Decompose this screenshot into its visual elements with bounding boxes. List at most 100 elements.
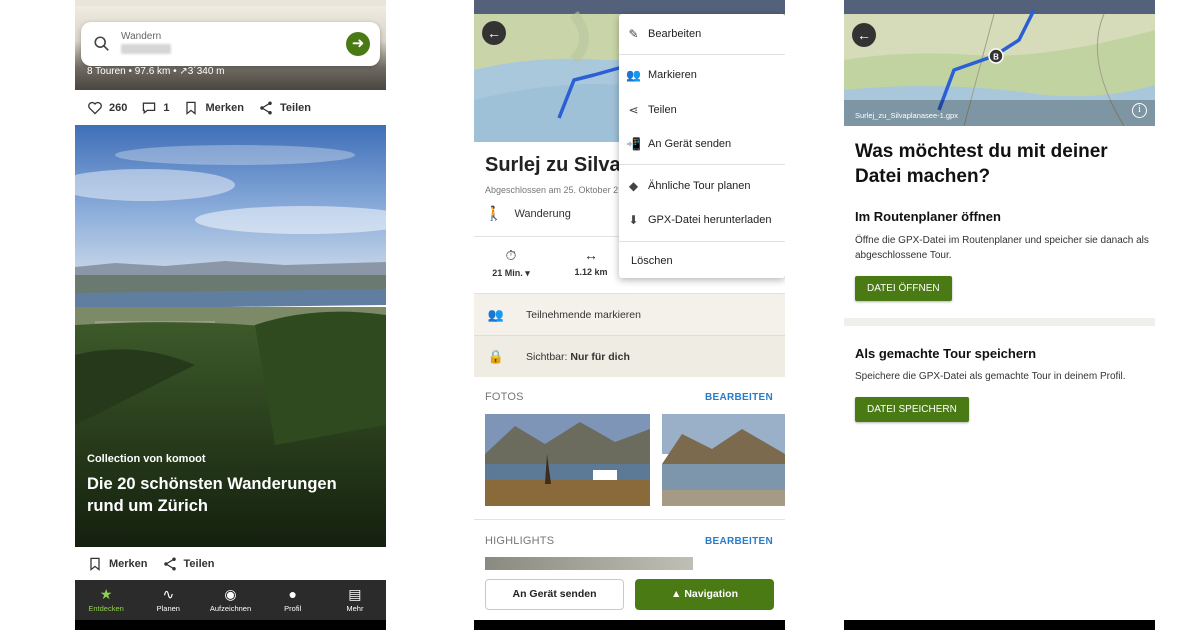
system-nav-bar [75, 620, 386, 630]
status-bar [75, 0, 386, 6]
section-save-tour-title: Als gemachte Tour speichern [855, 346, 1037, 361]
navigation-button[interactable]: ▲ Navigation [635, 579, 774, 610]
visibility-label: Sichtbar: [526, 350, 568, 363]
visibility-value: Nur für dich [570, 350, 630, 363]
highlights-header: HIGHLIGHTS [485, 535, 555, 547]
highlights-edit-link[interactable]: BEARBEITEN [705, 536, 773, 547]
section-route-planner-text: Öffne die GPX-Datei im Routenplaner und … [855, 235, 1149, 261]
menu-item-edit[interactable]: ✎ Bearbeiten [619, 17, 785, 51]
tour-detail-screen: ← Surlej zu Silvap Abgeschlossen am 25. … [474, 0, 785, 630]
share-icon [260, 100, 272, 115]
share-label: Teilen [280, 101, 311, 114]
back-arrow-icon[interactable]: ← [852, 23, 876, 47]
metric-duration-value: 21 Min. ▾ [492, 268, 530, 278]
visibility-row[interactable]: 🔒 Sichtbar: Nur für dich [474, 335, 785, 377]
lock-icon: 🔒 [487, 348, 505, 364]
tab-mehr[interactable]: ▤ Mehr [324, 580, 386, 620]
section-divider [474, 519, 785, 520]
section-save-tour-text: Speichere die GPX-Datei als gemachte Tou… [855, 371, 1126, 382]
comment-icon [143, 102, 156, 114]
menu-item-gpx[interactable]: ⬇ GPX-Datei herunterladen [619, 203, 785, 237]
tag-participants-label: Teilnehmende markieren [526, 308, 641, 321]
menu-item-tag[interactable]: 👥 Markieren [619, 58, 785, 92]
tab-profil[interactable]: ● Profil [262, 580, 324, 620]
photos-edit-link[interactable]: BEARBEITEN [705, 392, 773, 403]
save-label: Merken [109, 558, 148, 570]
hiking-icon: 🚶 [485, 205, 503, 221]
section-route-planner-title: Im Routenplaner öffnen [855, 209, 1001, 224]
comment-button[interactable]: 1 [141, 100, 169, 116]
menu-item-label: Markieren [648, 69, 697, 81]
share-icon [163, 557, 176, 571]
tour-photo-1[interactable] [485, 414, 650, 506]
menu-item-label: Bearbeiten [648, 28, 702, 40]
menu-item-send[interactable]: 📲 An Gerät senden [619, 127, 785, 161]
tour-title: Surlej zu Silvap [485, 154, 633, 176]
stopwatch-icon: ⏱ [505, 247, 517, 263]
bottom-tab-bar: ★ Entdecken ∿ Planen ◉ Aufzeichnen ● Profil … [75, 580, 386, 620]
save-button[interactable]: Merken [183, 100, 244, 116]
tab-planen[interactable]: ∿ Planen [137, 580, 199, 620]
tab-entdecken[interactable]: ★ Entdecken [75, 580, 137, 620]
search-location-blurred [121, 44, 171, 54]
collection-stats: 8 Touren • 97.6 km • ↗3´340 m [87, 66, 225, 77]
pencil-icon: ✎ [628, 27, 639, 41]
add-people-icon: 👥 [626, 68, 641, 82]
record-icon: ◉ [224, 586, 237, 602]
share-button-bottom[interactable]: Teilen [162, 556, 215, 572]
search-label: Wandern [121, 31, 162, 42]
gpx-file-name: Surlej_zu_Silvaplanasee-1.gpx [855, 111, 958, 120]
share-button[interactable]: Teilen [258, 100, 311, 116]
add-people-icon: 👥 [487, 306, 505, 322]
menu-divider [619, 54, 785, 55]
collection-hero-image[interactable]: Collection von komoot Die 20 schönsten W… [75, 125, 386, 547]
download-icon: ⬇ [628, 213, 639, 227]
lake-photo [662, 414, 785, 506]
menu-item-similar[interactable]: ◆ Ähnliche Tour planen [619, 169, 785, 203]
save-label: Merken [205, 101, 245, 114]
tour-bottom-actions: An Gerät senden ▲ Navigation [474, 570, 785, 620]
visibility-text: Sichtbar: Nur für dich [526, 351, 630, 363]
metric-distance: ↔ 1.12 km [556, 247, 626, 277]
like-button[interactable]: 260 [87, 100, 127, 116]
tour-completed-date: Abgeschlossen am 25. Oktober 2 [485, 185, 619, 195]
star-icon: ★ [99, 586, 113, 602]
save-file-button[interactable]: DATEI SPEICHERN [855, 397, 969, 422]
search-icon [94, 36, 109, 51]
send-to-device-button[interactable]: An Gerät senden [485, 579, 624, 610]
tab-label: Entdecken [88, 604, 124, 613]
send-to-device-icon: 📲 [626, 137, 641, 151]
collection-actions-bottom: Merken Teilen [75, 548, 386, 580]
share-icon: ⋖ [628, 103, 639, 117]
back-arrow-icon[interactable]: ← [482, 21, 506, 45]
discover-screen: Wandern ➜ 8 Touren • 97.6 km • ↗3´340 m … [75, 0, 386, 630]
menu-item-label: Teilen [648, 104, 677, 116]
menu-item-share[interactable]: ⋖ Teilen [619, 93, 785, 127]
bookmark-icon [90, 557, 100, 571]
tour-photo-2[interactable] [662, 414, 785, 506]
heart-icon [88, 101, 102, 115]
lake-photo [485, 414, 650, 506]
person-icon: ● [288, 586, 297, 602]
like-count: 260 [109, 101, 128, 114]
gpx-map[interactable]: B ← Surlej_zu_Silvaplanasee-1.gpx i [844, 0, 1155, 127]
section-divider [844, 318, 1155, 326]
metric-distance-value: 1.12 km [574, 267, 608, 277]
arrow-right-icon[interactable]: ➜ [346, 32, 370, 56]
sport-label: Wanderung [514, 207, 571, 220]
menu-divider [619, 164, 785, 165]
page-title: Was möchtest du mit deiner Datei machen? [855, 141, 1108, 187]
metric-duration[interactable]: ⏱ 21 Min. ▾ [476, 247, 546, 279]
highlight-image[interactable] [485, 557, 693, 571]
tag-participants-row[interactable]: 👥 Teilnehmende markieren [474, 293, 785, 335]
menu-divider [619, 241, 785, 242]
collection-actions-top: 260 1 Merken Teilen [75, 90, 386, 125]
tab-aufzeichnen[interactable]: ◉ Aufzeichnen [199, 580, 261, 620]
menu-item-label: GPX-Datei herunterladen [648, 214, 772, 226]
save-button-bottom[interactable]: Merken [87, 556, 148, 572]
menu-item-delete[interactable]: Löschen [619, 244, 785, 278]
info-icon[interactable]: i [1132, 103, 1147, 118]
open-file-button[interactable]: DATEI ÖFFNEN [855, 276, 952, 301]
shop-icon: ▤ [348, 586, 362, 602]
search-bar[interactable]: Wandern ➜ [81, 22, 380, 66]
